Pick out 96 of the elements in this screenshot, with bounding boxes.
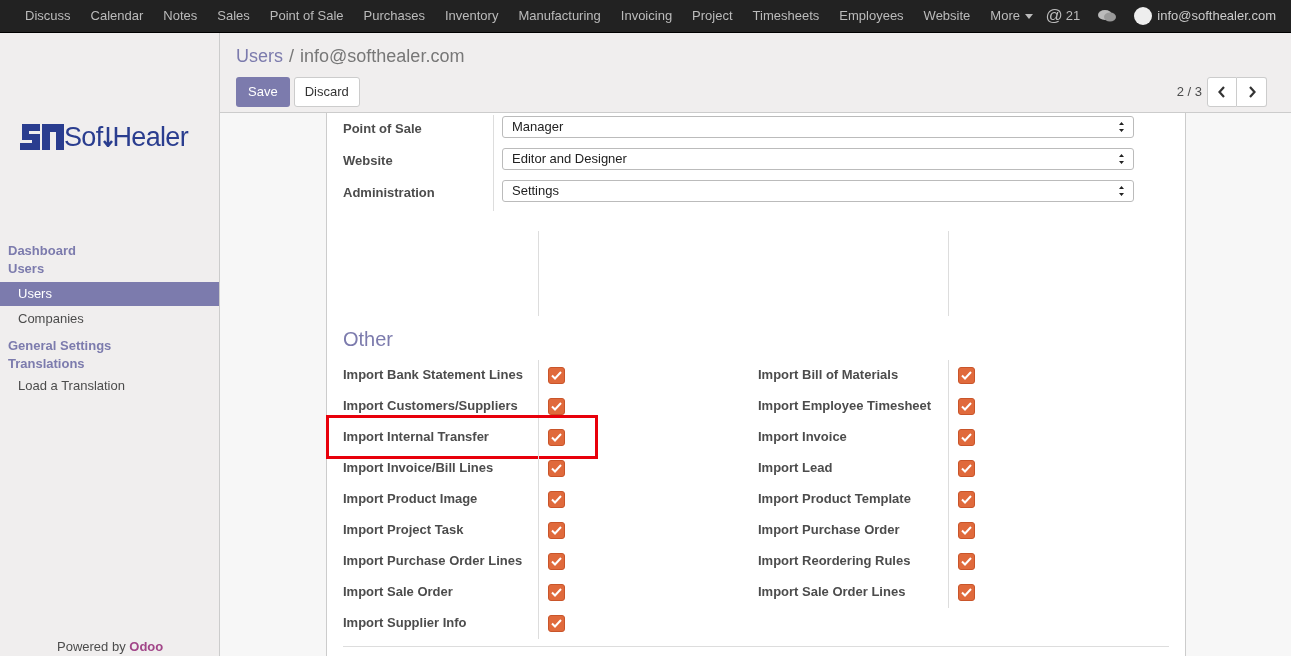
- checkmark-icon: [551, 402, 562, 411]
- field-label: Point of Sale: [343, 120, 423, 138]
- field-label: Import Sale Order: [343, 583, 454, 601]
- field-label: Import Product Template: [758, 490, 912, 508]
- breadcrumb-separator: /: [289, 45, 295, 68]
- checkbox[interactable]: [958, 553, 975, 570]
- checkbox[interactable]: [548, 491, 565, 508]
- select-field[interactable]: Manager: [502, 116, 1134, 138]
- menu-item[interactable]: More: [980, 6, 1043, 26]
- field-label: Import Product Image: [343, 490, 479, 508]
- field-label: Import Customers/Suppliers: [343, 397, 519, 415]
- caret-icon: [1024, 13, 1033, 19]
- menu-item[interactable]: Purchases: [353, 6, 435, 26]
- checkbox[interactable]: [958, 522, 975, 539]
- checkbox[interactable]: [548, 584, 565, 601]
- chevron-left-icon: [1218, 86, 1226, 98]
- checkbox[interactable]: [548, 522, 565, 539]
- checkmark-icon: [961, 371, 972, 380]
- checkmark-icon: [551, 464, 562, 473]
- avatar-icon: [1134, 7, 1153, 25]
- checkbox[interactable]: [548, 615, 565, 632]
- sidebar-item[interactable]: Load a Translation: [0, 373, 219, 398]
- checkmark-icon: [961, 464, 972, 473]
- field-label: Import Sale Order Lines: [758, 583, 907, 601]
- field-label: Import Lead: [758, 459, 834, 477]
- previous-button[interactable]: [1207, 77, 1237, 107]
- pager-value: 2 / 3: [1176, 83, 1202, 102]
- checkmark-icon: [961, 557, 972, 566]
- field-label: Website: [343, 152, 394, 170]
- checkbox[interactable]: [548, 553, 565, 570]
- breadcrumb-current: info@softhealer.com: [300, 45, 465, 68]
- save-button[interactable]: Save: [236, 77, 290, 107]
- powered-by-text: Powered by Odoo: [57, 637, 164, 656]
- mentions-counter[interactable]: @ 21: [1045, 3, 1081, 29]
- checkmark-icon: [551, 557, 562, 566]
- field-label: Import Supplier Info: [343, 614, 468, 632]
- checkmark-icon: [551, 371, 562, 380]
- checkbox[interactable]: [548, 429, 565, 446]
- select-field[interactable]: Settings: [502, 180, 1134, 202]
- checkmark-icon: [961, 526, 972, 535]
- menu-item[interactable]: Project: [682, 6, 743, 26]
- menu-item[interactable]: Employees: [829, 6, 914, 26]
- menu-item[interactable]: Inventory: [434, 6, 509, 26]
- field-label: Import Purchase Order Lines: [343, 552, 524, 570]
- checkbox[interactable]: [958, 398, 975, 415]
- checkmark-icon: [551, 433, 562, 442]
- checkbox[interactable]: [548, 367, 565, 384]
- checkmark-icon: [961, 402, 972, 411]
- checkmark-icon: [551, 526, 562, 535]
- user-menu[interactable]: info@softhealer.com: [1134, 6, 1276, 26]
- field-label: Import Reordering Rules: [758, 552, 912, 570]
- menu-item[interactable]: Calendar: [80, 6, 154, 26]
- checkbox[interactable]: [548, 398, 565, 415]
- discard-button[interactable]: Discard: [293, 77, 360, 107]
- menu-item[interactable]: Discuss: [15, 6, 81, 26]
- checkmark-icon: [961, 588, 972, 597]
- menu-item[interactable]: Point of Sale: [259, 6, 354, 26]
- checkmark-icon: [961, 495, 972, 504]
- field-label: Import Bank Statement Lines: [343, 366, 524, 384]
- checkmark-icon: [551, 619, 562, 628]
- sidebar-item[interactable]: Users: [0, 281, 219, 306]
- menu-item[interactable]: Website: [913, 6, 981, 26]
- next-button[interactable]: [1237, 77, 1267, 107]
- menu-item[interactable]: Sales: [207, 6, 260, 26]
- checkbox[interactable]: [958, 367, 975, 384]
- field-label: Import Employee Timesheet: [758, 397, 933, 415]
- field-label: Import Invoice: [758, 428, 848, 446]
- menu-item[interactable]: Invoicing: [610, 6, 683, 26]
- softhealer-logo: Sof Healer: [0, 117, 219, 158]
- checkbox[interactable]: [958, 584, 975, 601]
- sidebar-item[interactable]: Companies: [0, 306, 219, 331]
- section-title: Other: [343, 327, 395, 352]
- select-field[interactable]: Editor and Designer: [502, 148, 1134, 170]
- checkbox[interactable]: [958, 460, 975, 477]
- menu-item[interactable]: Timesheets: [742, 6, 830, 26]
- dropdown-arrow-icon: [1119, 186, 1124, 196]
- checkmark-icon: [961, 433, 972, 442]
- menu-item[interactable]: Manufacturing: [508, 6, 611, 26]
- dropdown-arrow-icon: [1119, 154, 1124, 164]
- menu-item[interactable]: Notes: [153, 6, 208, 26]
- checkbox[interactable]: [958, 429, 975, 446]
- chat-icon[interactable]: [1098, 9, 1117, 23]
- field-label: Import Internal Transfer: [343, 428, 490, 446]
- field-label: Administration: [343, 184, 436, 202]
- chevron-right-icon: [1247, 86, 1256, 98]
- field-label: Import Bill of Materials: [758, 366, 900, 384]
- field-label: Import Invoice/Bill Lines: [343, 459, 495, 477]
- checkmark-icon: [551, 588, 562, 597]
- field-label: Import Purchase Order: [758, 521, 901, 539]
- logo-letter-icon: [102, 127, 113, 148]
- logo-mark-icon: [20, 124, 64, 151]
- checkbox[interactable]: [958, 491, 975, 508]
- dropdown-arrow-icon: [1119, 122, 1124, 132]
- checkmark-icon: [551, 495, 562, 504]
- checkbox[interactable]: [548, 460, 565, 477]
- field-label: Import Project Task: [343, 521, 465, 539]
